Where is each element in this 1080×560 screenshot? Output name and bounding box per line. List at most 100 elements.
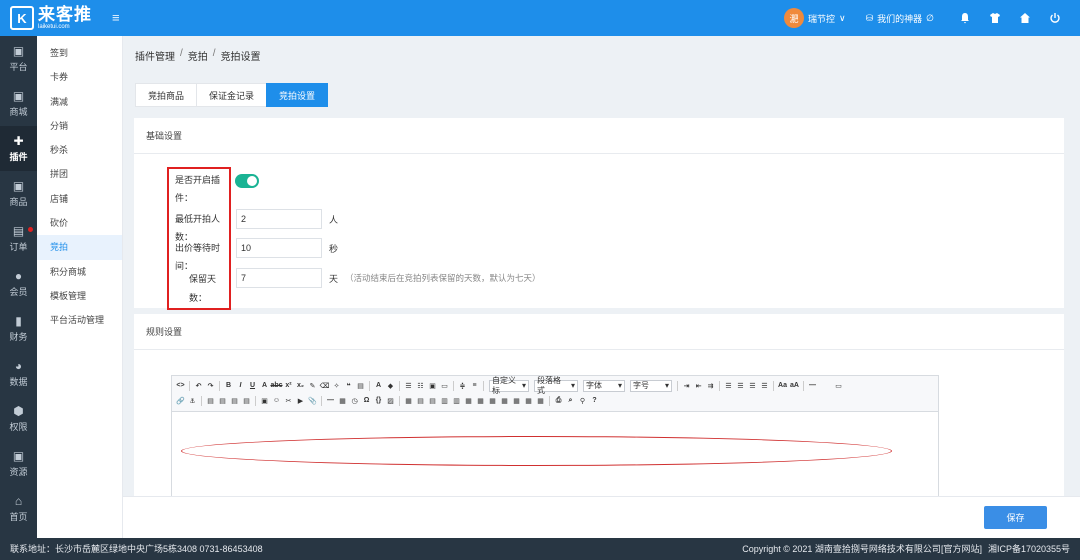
clear-doc-icon[interactable]: ▭: [439, 380, 450, 391]
rtl-icon[interactable]: ⇤: [693, 380, 704, 391]
image-right-icon[interactable]: ▤: [229, 395, 240, 406]
unordered-list-icon[interactable]: ☷: [415, 380, 426, 391]
select-all-icon[interactable]: ▣: [427, 380, 438, 391]
tab-auction-settings[interactable]: 竞拍设置: [266, 83, 329, 107]
font-border-icon[interactable]: A: [259, 380, 270, 391]
power-icon[interactable]: [1040, 0, 1070, 36]
anchor-icon[interactable]: ⚓: [187, 395, 198, 406]
redo-icon[interactable]: ↷: [205, 380, 216, 391]
subnav-item-flash-sale[interactable]: 秒杀: [37, 138, 122, 162]
subnav-item-templates[interactable]: 模板管理: [37, 284, 122, 308]
home-icon[interactable]: [1010, 0, 1040, 36]
sidebar-item-home[interactable]: ⌂ 首页: [0, 486, 37, 531]
clipboard-icon[interactable]: ▤: [355, 380, 366, 391]
image-none-icon[interactable]: ▤: [217, 395, 228, 406]
footer-official-link[interactable]: [官方网站]: [941, 544, 982, 554]
undo-icon[interactable]: ↶: [193, 380, 204, 391]
sidebar-item-products[interactable]: ▣ 商品: [0, 171, 37, 216]
sidebar-item-plugins[interactable]: ✚ 插件: [0, 126, 37, 171]
delete-row-icon[interactable]: ▤: [427, 395, 438, 406]
template-icon[interactable]: ▨: [385, 395, 396, 406]
subnav-item-coupons[interactable]: 卡券: [37, 65, 122, 89]
sidebar-item-finance[interactable]: ▮ 财务: [0, 306, 37, 351]
fullscreen-icon[interactable]: ▭: [833, 380, 844, 391]
special-chars-icon[interactable]: Ω: [361, 395, 372, 406]
breadcrumb-plugin-management[interactable]: 插件管理: [135, 48, 175, 63]
align-center-icon[interactable]: ☰: [735, 380, 746, 391]
delete-col-icon[interactable]: ▥: [451, 395, 462, 406]
align-left-icon[interactable]: ☰: [723, 380, 734, 391]
split-cols-icon[interactable]: ▦: [499, 395, 510, 406]
split-cells-icon[interactable]: ▦: [475, 395, 486, 406]
line-height-icon[interactable]: ≡: [469, 380, 480, 391]
subnav-item-group-buy[interactable]: 拼团: [37, 162, 122, 186]
sidebar-item-permissions[interactable]: ⬢ 权限: [0, 396, 37, 441]
table-sort-icon[interactable]: ▦: [535, 395, 546, 406]
lowercase-icon[interactable]: aA: [789, 380, 800, 391]
code-icon[interactable]: {}: [373, 395, 384, 406]
sidebar-item-mall[interactable]: ▣ 商城: [0, 81, 37, 126]
tab-auction-products[interactable]: 竞拍商品: [135, 83, 198, 107]
link-icon[interactable]: 🔗: [175, 395, 186, 406]
quote-icon[interactable]: ❝: [343, 380, 354, 391]
format-brush-icon[interactable]: ✎: [307, 380, 318, 391]
footer-icp[interactable]: 湘ICP备17020355号: [988, 544, 1070, 554]
user-menu[interactable]: 淝 瑞节控 ∨: [783, 8, 846, 28]
insert-col-icon[interactable]: ▥: [439, 395, 450, 406]
preview-icon[interactable]: ⌕: [565, 395, 576, 406]
uppercase-icon[interactable]: Aa: [777, 380, 788, 391]
sidebar-item-resources[interactable]: ▣ 资源: [0, 441, 37, 486]
emoji-icon[interactable]: ☺: [271, 395, 282, 406]
subnav-item-platform-activities[interactable]: 平台活动管理: [37, 308, 122, 332]
subnav-item-discount[interactable]: 满减: [37, 90, 122, 114]
date-icon[interactable]: ▦: [337, 395, 348, 406]
paragraph-format-select[interactable]: 段落格式 ▾: [534, 376, 578, 395]
align-justify-icon[interactable]: ☰: [759, 380, 770, 391]
sidebar-item-platform[interactable]: ▣ 平台: [0, 36, 37, 81]
align-right-icon[interactable]: ☰: [747, 380, 758, 391]
video-icon[interactable]: ▶: [295, 395, 306, 406]
bell-icon[interactable]: [950, 0, 980, 36]
save-button[interactable]: 保存: [984, 506, 1047, 529]
row-spacing-icon[interactable]: ≑: [457, 380, 468, 391]
sidebar-item-data[interactable]: ◕ 数据: [0, 351, 37, 396]
sidebar-item-orders[interactable]: ▤ 订单: [0, 216, 37, 261]
help-icon[interactable]: ?: [589, 395, 600, 406]
highlight-color-icon[interactable]: ◆: [385, 380, 396, 391]
font-size-select[interactable]: 字号 ▾: [630, 379, 672, 392]
insert-table-icon[interactable]: ▦: [403, 395, 414, 406]
insert-row-icon[interactable]: ▤: [415, 395, 426, 406]
merge-cells-icon[interactable]: ▦: [463, 395, 474, 406]
ltr-icon[interactable]: ⇥: [681, 380, 692, 391]
breadcrumb-auction[interactable]: 竞拍: [188, 48, 208, 63]
tab-deposit-records[interactable]: 保证金记录: [196, 83, 268, 107]
auto-format-icon[interactable]: ✧: [331, 380, 342, 391]
subscript-icon[interactable]: x₂: [295, 380, 306, 391]
strikethrough-icon[interactable]: abc: [270, 380, 282, 391]
image-center-icon[interactable]: ▤: [241, 395, 252, 406]
min-bidders-input[interactable]: [236, 209, 322, 229]
subnav-item-auction[interactable]: 竞拍: [37, 235, 122, 260]
screenshot-icon[interactable]: ✂: [283, 395, 294, 406]
bold-icon[interactable]: B: [223, 380, 234, 391]
underline-icon[interactable]: U: [247, 380, 258, 391]
table-props-icon[interactable]: ▦: [511, 395, 522, 406]
menu-toggle-icon[interactable]: ≡: [112, 11, 120, 24]
horizontal-line-icon[interactable]: —: [325, 395, 336, 406]
insert-image-icon[interactable]: ▣: [259, 395, 270, 406]
subnav-item-distribution[interactable]: 分销: [37, 114, 122, 138]
italic-icon[interactable]: I: [235, 380, 246, 391]
subnav-item-bargain[interactable]: 砍价: [37, 211, 122, 235]
logo[interactable]: K 来客推 laiketui.com: [10, 6, 92, 30]
eraser-icon[interactable]: ⌫: [319, 380, 330, 391]
source-icon[interactable]: <>: [175, 380, 186, 391]
shirt-icon[interactable]: [980, 0, 1010, 36]
enable-plugin-toggle[interactable]: [235, 174, 259, 188]
split-rows-icon[interactable]: ▦: [487, 395, 498, 406]
custom-title-select[interactable]: 自定义标 ▾: [489, 376, 529, 395]
store-switcher[interactable]: ⛁ 我们的神器 ∅: [866, 12, 934, 25]
indent-icon[interactable]: ⇉: [705, 380, 716, 391]
search-replace-icon[interactable]: ⚲: [577, 395, 588, 406]
subnav-item-points-mall[interactable]: 积分商城: [37, 260, 122, 284]
time-icon[interactable]: ◷: [349, 395, 360, 406]
